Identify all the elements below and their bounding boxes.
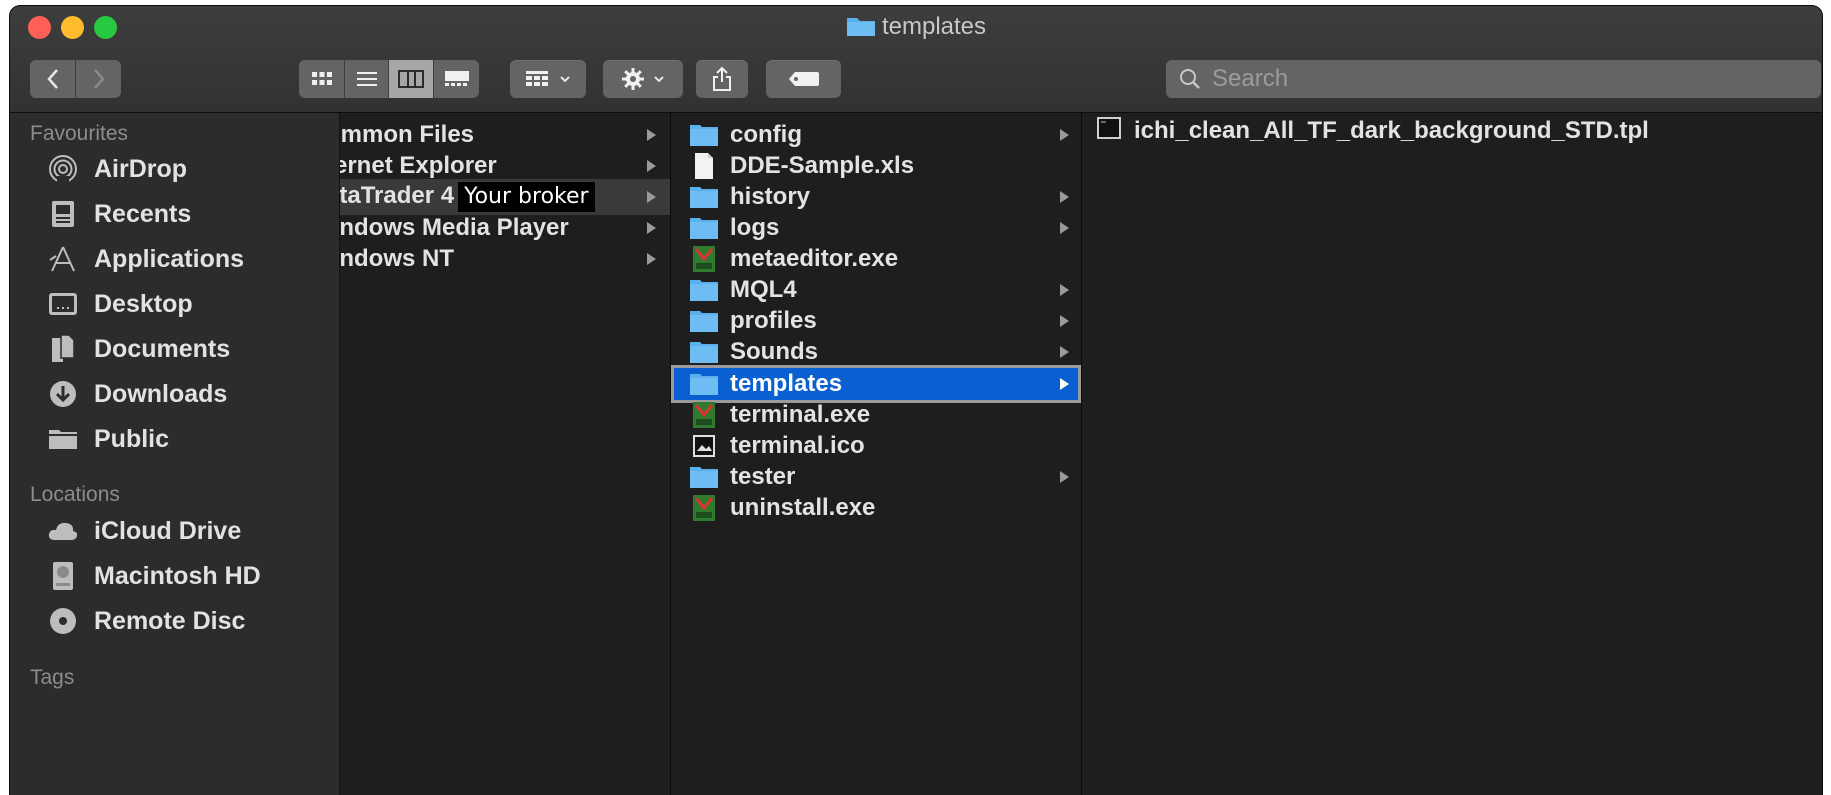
folder-icon bbox=[689, 306, 719, 336]
disclosure-arrow-icon bbox=[1060, 129, 1069, 141]
sidebar-item-label: iCloud Drive bbox=[94, 516, 242, 545]
disclosure-arrow-icon bbox=[1060, 315, 1069, 327]
folder-icon bbox=[689, 120, 719, 150]
chevron-right-icon bbox=[93, 69, 105, 89]
forward-button[interactable] bbox=[76, 60, 121, 98]
list-view-button[interactable] bbox=[345, 60, 389, 98]
group-button[interactable] bbox=[510, 60, 586, 98]
template-file-icon bbox=[1096, 116, 1122, 147]
sidebar-item-documents[interactable]: Documents bbox=[10, 327, 339, 371]
tag-button[interactable] bbox=[766, 60, 841, 98]
column-view-button[interactable] bbox=[389, 60, 434, 98]
back-button[interactable] bbox=[30, 60, 76, 98]
folder-icon bbox=[689, 337, 719, 367]
gallery-icon bbox=[444, 71, 469, 86]
sidebar-item-label: Desktop bbox=[94, 289, 193, 318]
sidebar-heading-tags: Tags bbox=[30, 666, 75, 689]
disclosure-arrow-icon bbox=[647, 222, 656, 234]
folder-icon bbox=[689, 213, 719, 243]
sidebar-item-airdrop[interactable]: AirDrop bbox=[10, 147, 339, 191]
group-grid-icon bbox=[526, 71, 548, 86]
sidebar-item-label: Downloads bbox=[94, 379, 228, 408]
finder-window: templates Search Favourites AirDrop Rece… bbox=[10, 6, 1822, 795]
gallery-view-button[interactable] bbox=[434, 60, 479, 98]
search-icon bbox=[1180, 69, 1200, 89]
sidebar-item-downloads[interactable]: Downloads bbox=[10, 372, 339, 416]
icon-view-button[interactable] bbox=[299, 60, 345, 98]
search-field[interactable] bbox=[1166, 60, 1821, 98]
sidebar-item-label: Documents bbox=[94, 334, 231, 363]
disclosure-arrow-icon bbox=[647, 129, 656, 141]
gear-icon bbox=[622, 68, 644, 90]
disc-icon bbox=[46, 604, 80, 638]
metatrader-exe-icon bbox=[689, 244, 719, 274]
downloads-icon bbox=[46, 377, 80, 411]
sidebar: Favourites AirDrop Recents Applications … bbox=[10, 113, 340, 795]
document-icon bbox=[689, 151, 719, 181]
sidebar-item-label: Applications bbox=[94, 244, 245, 273]
chevron-left-icon bbox=[46, 69, 58, 89]
sidebar-item-label: Recents bbox=[94, 199, 192, 228]
columns-icon bbox=[398, 70, 424, 88]
metatrader-exe-icon bbox=[689, 400, 719, 430]
folder-icon bbox=[689, 462, 719, 492]
sidebar-item-applications[interactable]: Applications bbox=[10, 237, 339, 281]
sidebar-item-macintosh-hd[interactable]: Macintosh HD bbox=[10, 554, 339, 598]
folder-icon bbox=[46, 422, 80, 456]
recents-icon bbox=[46, 197, 80, 231]
sidebar-item-icloud-drive[interactable]: iCloud Drive bbox=[10, 509, 339, 553]
disclosure-arrow-icon bbox=[1060, 284, 1069, 296]
tag-icon bbox=[788, 72, 819, 86]
folder-icon bbox=[846, 18, 875, 36]
toolbar: templates bbox=[10, 6, 1822, 113]
chevron-down-icon bbox=[654, 76, 664, 83]
folder-icon bbox=[689, 369, 719, 399]
list-item-template-file[interactable]: ichi_clean_All_TF_dark_background_STD.tp… bbox=[1082, 113, 1822, 149]
disclosure-arrow-icon bbox=[647, 191, 656, 203]
disclosure-arrow-icon bbox=[1060, 191, 1069, 203]
history-navigation bbox=[30, 60, 121, 98]
grid-icon bbox=[311, 72, 332, 85]
sidebar-item-public[interactable]: Public bbox=[10, 417, 339, 461]
disclosure-arrow-icon bbox=[1060, 222, 1069, 234]
disclosure-arrow-icon bbox=[647, 253, 656, 265]
browser-column-2: config DDE-Sample.xls history logs metae… bbox=[671, 113, 1082, 795]
sidebar-item-label: Macintosh HD bbox=[94, 561, 261, 590]
folder-icon bbox=[689, 182, 719, 212]
list-item[interactable]: /indows NT bbox=[340, 241, 670, 277]
view-mode-control bbox=[299, 60, 479, 98]
metatrader-exe-icon bbox=[689, 493, 719, 523]
sidebar-item-label: AirDrop bbox=[94, 154, 188, 183]
disclosure-arrow-icon bbox=[1060, 346, 1069, 358]
disclosure-arrow-icon bbox=[1060, 378, 1069, 390]
documents-icon bbox=[46, 332, 80, 366]
desktop-icon bbox=[46, 287, 80, 321]
sidebar-item-label: Public bbox=[94, 424, 170, 453]
share-icon bbox=[713, 66, 731, 91]
harddisk-icon bbox=[46, 559, 80, 593]
search-input[interactable] bbox=[1210, 64, 1774, 94]
sidebar-item-label: Remote Disc bbox=[94, 606, 246, 635]
airdrop-icon bbox=[46, 152, 80, 186]
cloud-icon bbox=[46, 514, 80, 548]
chevron-down-icon bbox=[560, 76, 570, 83]
applications-icon bbox=[46, 242, 80, 276]
browser-column-3: ichi_clean_All_TF_dark_background_STD.tp… bbox=[1082, 113, 1822, 795]
browser-column-1: ommon Files ternet Explorer etaTrader 4Y… bbox=[340, 113, 671, 795]
sidebar-item-desktop[interactable]: Desktop bbox=[10, 282, 339, 326]
sidebar-item-recents[interactable]: Recents bbox=[10, 192, 339, 236]
window-title: templates bbox=[10, 12, 1822, 42]
image-file-icon bbox=[689, 431, 719, 461]
list-icon bbox=[356, 72, 377, 86]
list-item-uninstall[interactable]: uninstall.exe bbox=[671, 490, 1081, 526]
sidebar-heading-favourites: Favourites bbox=[30, 122, 129, 145]
disclosure-arrow-icon bbox=[647, 160, 656, 172]
broker-label: Your broker bbox=[458, 182, 595, 212]
sidebar-item-remote-disc[interactable]: Remote Disc bbox=[10, 599, 339, 643]
sidebar-heading-locations: Locations bbox=[30, 483, 120, 506]
folder-icon bbox=[689, 275, 719, 305]
share-button[interactable] bbox=[696, 60, 748, 98]
action-button[interactable] bbox=[603, 60, 683, 98]
disclosure-arrow-icon bbox=[1060, 471, 1069, 483]
